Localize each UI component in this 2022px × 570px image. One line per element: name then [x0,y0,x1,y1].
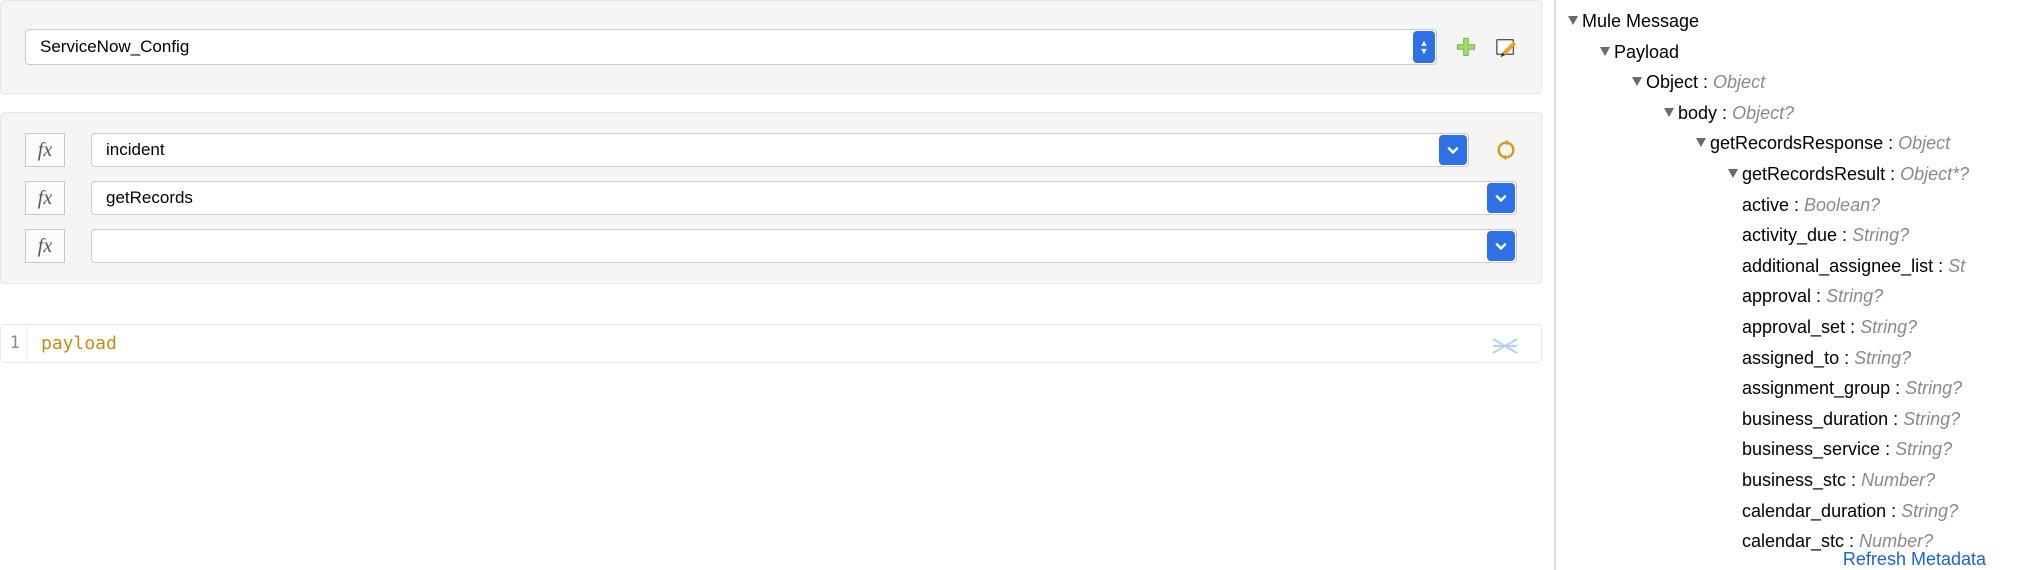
tree-node-response[interactable]: getRecordsResponse : Object [1568,128,2022,159]
config-dropdown[interactable]: ▲ ▼ [25,29,1437,65]
tree-node-root[interactable]: Mule Message [1568,6,2022,37]
editor-section: 1 payload [0,324,1542,363]
metadata-tree: Mule Message Payload Object : Object bod… [1568,6,2022,557]
service-dropdown[interactable] [91,133,1469,167]
operation-input[interactable] [91,181,1517,215]
tree-node-payload[interactable]: Payload [1568,37,2022,68]
triangle-down-icon [1696,138,1706,147]
param-row-1: fx [25,133,1517,167]
fx-toggle[interactable]: fx [25,133,65,167]
tree-node-body[interactable]: body : Object? [1568,98,2022,129]
extra-dropdown[interactable] [91,229,1517,263]
tree-node-result[interactable]: getRecordsResult : Object*? [1568,159,2022,190]
code-editor[interactable]: payload [27,325,1541,362]
operation-dropdown[interactable] [91,181,1517,215]
tree-leaf[interactable]: business_stc : Number? [1568,465,2022,496]
tree-leaf[interactable]: activity_due : String? [1568,220,2022,251]
refresh-metadata-link[interactable]: Refresh Metadata [1843,549,1986,570]
line-gutter: 1 [1,325,27,362]
chevron-down-icon[interactable] [1487,231,1515,261]
triangle-down-icon [1632,77,1642,86]
service-input[interactable] [91,133,1469,167]
tree-leaf[interactable]: assigned_to : String? [1568,343,2022,374]
refresh-icon[interactable] [1495,139,1517,161]
params-section: fx fx fx [0,112,1542,284]
param-row-3: fx [25,229,1517,263]
tree-leaf[interactable]: active : Boolean? [1568,190,2022,221]
config-section: ▲ ▼ [0,0,1542,94]
tree-node-object[interactable]: Object : Object [1568,67,2022,98]
chevron-down-icon[interactable] [1439,135,1467,165]
edit-icon[interactable] [1495,36,1517,58]
config-input[interactable] [25,29,1437,65]
tree-leaf[interactable]: business_duration : String? [1568,404,2022,435]
extra-input[interactable] [91,229,1517,263]
tree-leaf[interactable]: approval : String? [1568,281,2022,312]
transform-icon [1491,335,1519,362]
tree-leaf[interactable]: additional_assignee_list : St [1568,251,2022,282]
tree-leaf[interactable]: assignment_group : String? [1568,373,2022,404]
left-panel: ▲ ▼ fx fx [0,0,1554,570]
triangle-down-icon [1568,16,1578,25]
chevron-down-icon[interactable] [1487,183,1515,213]
tree-leaf[interactable]: business_service : String? [1568,434,2022,465]
stepper-icon[interactable]: ▲ ▼ [1413,31,1435,63]
tree-leaf[interactable]: calendar_duration : String? [1568,496,2022,527]
tree-leaf[interactable]: approval_set : String? [1568,312,2022,343]
triangle-down-icon [1600,47,1610,56]
triangle-down-icon [1664,108,1674,117]
fx-toggle[interactable]: fx [25,229,65,263]
add-icon[interactable] [1455,36,1477,58]
metadata-panel: Mule Message Payload Object : Object bod… [1554,0,2022,570]
triangle-down-icon [1728,169,1738,178]
param-row-2: fx [25,181,1517,215]
fx-toggle[interactable]: fx [25,181,65,215]
